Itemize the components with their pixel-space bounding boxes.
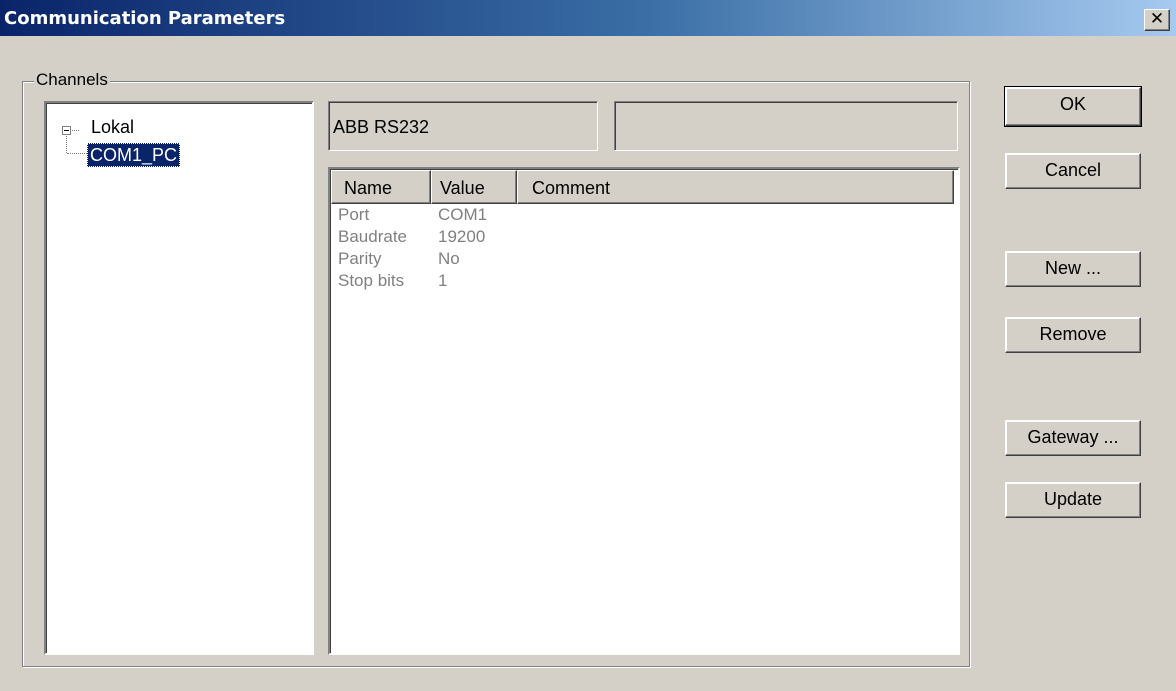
parameter-row[interactable]: Parity No: [330, 249, 930, 271]
collapse-icon[interactable]: [62, 126, 71, 135]
tree-connector: [67, 153, 87, 154]
param-name: Parity: [338, 249, 382, 268]
channels-tree[interactable]: Lokal COM1_PC: [44, 101, 314, 655]
tree-node-lokal[interactable]: Lokal: [91, 117, 134, 138]
close-button[interactable]: ✕: [1144, 9, 1170, 31]
parameter-row[interactable]: Baudrate 19200: [330, 227, 930, 249]
param-name: Baudrate: [338, 227, 407, 246]
channel-name-field: ABB RS232: [328, 101, 598, 151]
channels-group-label: Channels: [34, 70, 110, 90]
param-value: No: [438, 249, 460, 268]
channel-extra-field: [614, 101, 958, 151]
gateway-button[interactable]: Gateway ...: [1005, 420, 1141, 456]
param-name: Stop bits: [338, 271, 405, 290]
close-icon: ✕: [1149, 9, 1165, 29]
parameter-row[interactable]: Stop bits 1: [330, 271, 930, 293]
column-header-name[interactable]: Name: [331, 170, 431, 204]
tree-connector: [66, 136, 67, 153]
column-header-value[interactable]: Value: [431, 170, 517, 204]
title-bar[interactable]: Communication Parameters ✕: [0, 0, 1176, 36]
tree-node-com1-pc[interactable]: COM1_PC: [87, 143, 181, 167]
column-header-comment[interactable]: Comment: [517, 170, 954, 204]
param-value: 19200: [438, 227, 486, 246]
window-title: Communication Parameters: [4, 8, 286, 29]
parameters-list[interactable]: Name Value Comment Port COM1 Baudrate 19…: [328, 167, 960, 655]
param-value: COM1: [438, 205, 488, 224]
parameter-row[interactable]: Port COM1: [330, 205, 930, 227]
update-button[interactable]: Update: [1005, 482, 1141, 518]
cancel-button[interactable]: Cancel: [1005, 153, 1141, 189]
tree-connector: [72, 130, 79, 131]
param-name: Port: [338, 205, 370, 224]
ok-button[interactable]: OK: [1004, 86, 1142, 127]
param-value: 1: [438, 271, 448, 290]
new-button[interactable]: New ...: [1005, 251, 1141, 287]
remove-button[interactable]: Remove: [1005, 317, 1141, 353]
